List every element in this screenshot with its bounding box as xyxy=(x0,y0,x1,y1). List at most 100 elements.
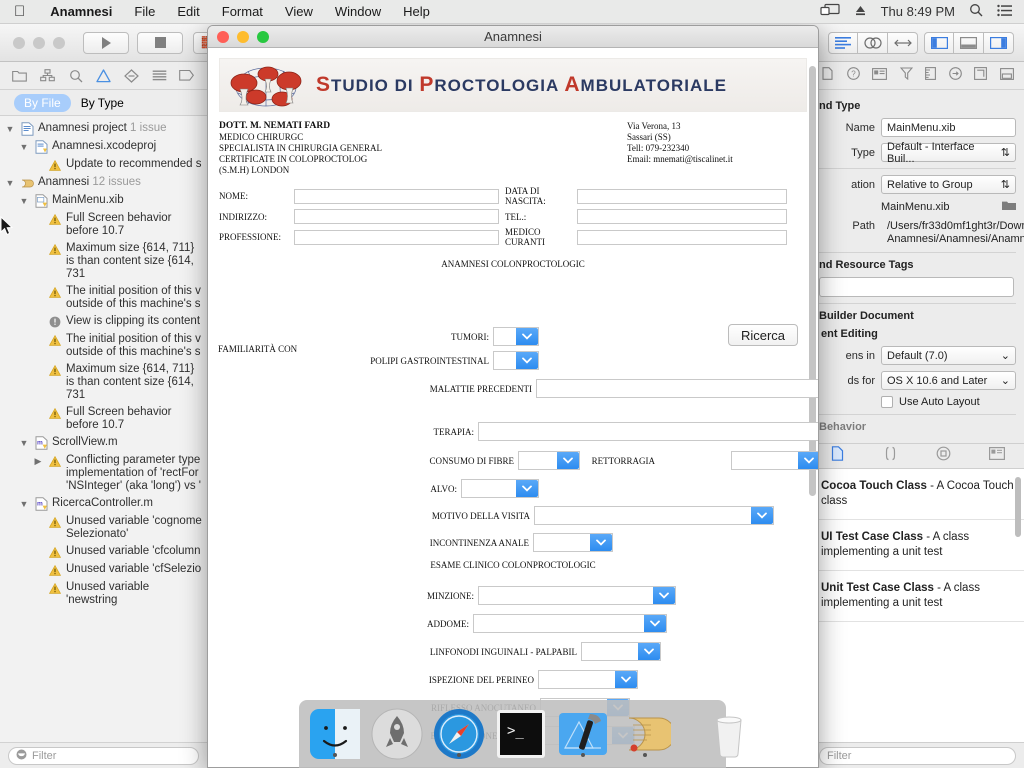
size-inspector-icon[interactable] xyxy=(925,66,937,85)
issue-navigator-icon[interactable] xyxy=(94,67,112,85)
code-snippet-library-icon[interactable] xyxy=(883,446,898,466)
inspector-builds-popup[interactable]: OS X 10.6 and Later ⌄ xyxy=(881,371,1016,390)
menu-item-anamnesi[interactable]: Anamnesi xyxy=(39,4,123,19)
stop-square-icon[interactable] xyxy=(137,31,183,54)
editor-version-icon[interactable] xyxy=(888,32,918,54)
finder-icon[interactable] xyxy=(309,708,361,760)
find-navigator-icon[interactable] xyxy=(67,67,85,85)
auto-layout-row[interactable]: Use Auto Layout xyxy=(881,396,1016,408)
disclosure-triangle[interactable] xyxy=(32,515,44,516)
disclosure-triangle[interactable] xyxy=(32,581,44,582)
navigator-group-row[interactable]: ▼ m RicercaController.m xyxy=(0,495,207,513)
media-library-icon[interactable] xyxy=(989,447,1006,465)
disclosure-triangle[interactable] xyxy=(32,406,44,407)
disclosure-triangle[interactable] xyxy=(32,333,44,334)
navigator-issue-row[interactable]: Full Screen behavior before 10.7 xyxy=(0,404,207,434)
disclosure-triangle[interactable]: ▼ xyxy=(4,122,16,136)
symbol-navigator-icon[interactable] xyxy=(39,67,57,85)
disclosure-triangle[interactable] xyxy=(32,563,44,564)
navigator-issue-row[interactable]: Unused variable 'cognome Selezionato' xyxy=(0,513,207,543)
terminal-icon[interactable]: >_ xyxy=(495,708,547,760)
quick-help-icon[interactable]: ? xyxy=(846,66,860,85)
disclosure-triangle[interactable]: ▶ xyxy=(32,454,44,468)
object-library-icon[interactable] xyxy=(936,446,951,466)
navigator-issue-row[interactable]: Maximum size {614, 711} is than content … xyxy=(0,240,207,283)
menu-item-window[interactable]: Window xyxy=(324,4,392,19)
menu-clock[interactable]: Thu 8:49 PM xyxy=(881,4,955,19)
trash-icon[interactable] xyxy=(703,708,755,760)
auto-layout-checkbox[interactable] xyxy=(881,396,893,408)
form-field-combobox[interactable] xyxy=(473,614,667,633)
library-list[interactable]: Cocoa Touch Class - A Cocoa Touch class U… xyxy=(811,469,1024,742)
inspector-type-popup[interactable]: Default - Interface Buil... ⇅ xyxy=(881,141,1016,165)
navigator-filter-field[interactable]: Filter xyxy=(8,746,199,765)
navigator-issue-row[interactable]: Unused variable 'cfSelezio xyxy=(0,561,207,579)
library-item[interactable]: UI Test Case Class - A class implementin… xyxy=(811,520,1024,571)
connections-inspector-icon[interactable] xyxy=(948,66,962,85)
file-template-library-icon[interactable] xyxy=(830,446,845,466)
navigator-issue-row[interactable]: The initial position of this v outside o… xyxy=(0,331,207,361)
disclosure-triangle[interactable] xyxy=(32,158,44,159)
form-field-combobox[interactable] xyxy=(538,670,638,689)
xcode-traffic-lights[interactable] xyxy=(0,36,65,49)
chevron-down-icon[interactable] xyxy=(653,587,675,604)
navigator-group-row[interactable]: ▼ m ScrollView.m xyxy=(0,434,207,452)
navigator-issue-row[interactable]: Full Screen behavior before 10.7 xyxy=(0,210,207,240)
editor-standard-icon[interactable] xyxy=(828,32,858,54)
disclosure-triangle[interactable]: ▼ xyxy=(4,176,16,190)
library-scrollbar[interactable] xyxy=(1015,477,1021,537)
scope-by-type[interactable]: By Type xyxy=(81,96,124,110)
disclosure-triangle[interactable] xyxy=(32,212,44,213)
test-navigator-icon[interactable] xyxy=(122,67,140,85)
navigator-issue-row[interactable]: Unused variable 'cfcolumn xyxy=(0,543,207,561)
disclosure-triangle[interactable]: ▼ xyxy=(18,497,30,511)
navigator-issue-row[interactable]: ▶ Conflicting parameter type implementati… xyxy=(0,452,207,495)
navigator-group-row[interactable]: ▼ Anamnesi.xcodeproj xyxy=(0,138,207,156)
view-navigator-toggle-icon[interactable] xyxy=(924,32,954,54)
chevron-down-icon[interactable] xyxy=(615,671,637,688)
form-field-combobox[interactable] xyxy=(581,642,661,661)
disclosure-triangle[interactable] xyxy=(32,363,44,364)
disclosure-triangle[interactable]: ▼ xyxy=(18,140,30,154)
run-play-icon[interactable] xyxy=(83,31,129,54)
form-field-combobox[interactable] xyxy=(478,586,676,605)
navigator-issue-row[interactable]: View is clipping its content xyxy=(0,313,207,331)
display-mirror-icon[interactable] xyxy=(819,3,840,20)
identity-inspector-icon[interactable] xyxy=(872,67,888,85)
view-utilities-toggle-icon[interactable] xyxy=(984,32,1014,54)
eject-icon[interactable] xyxy=(854,4,867,20)
apple-logo-icon[interactable]:  xyxy=(0,4,39,19)
library-filter-field[interactable]: Filter xyxy=(819,746,1016,765)
menu-item-view[interactable]: View xyxy=(274,4,324,19)
notification-center-icon[interactable] xyxy=(997,4,1012,20)
navigator-group-row[interactable]: ▼ MainMenu.xib xyxy=(0,192,207,210)
script-editor-icon[interactable] xyxy=(619,708,676,760)
bindings-inspector-icon[interactable] xyxy=(974,66,988,85)
disclosure-triangle[interactable]: ▼ xyxy=(18,436,30,450)
launchpad-icon[interactable] xyxy=(371,708,423,760)
safari-icon[interactable] xyxy=(433,708,485,760)
menu-item-help[interactable]: Help xyxy=(392,4,441,19)
inspector-name-field[interactable]: MainMenu.xib xyxy=(881,118,1016,137)
disclosure-triangle[interactable] xyxy=(32,315,44,316)
navigator-group-row[interactable]: ▼ Anamnesi 12 issues xyxy=(0,174,207,192)
view-debug-toggle-icon[interactable] xyxy=(954,32,984,54)
attributes-inspector-icon[interactable] xyxy=(899,66,913,85)
navigator-issue-row[interactable]: Maximum size {614, 711} is than content … xyxy=(0,361,207,404)
navigator-issue-row[interactable]: Update to recommended s xyxy=(0,156,207,174)
disclosure-triangle[interactable]: ▼ xyxy=(18,194,30,208)
inspector-opens-popup[interactable]: Default (7.0) ⌄ xyxy=(881,346,1016,365)
project-navigator-icon[interactable] xyxy=(11,67,29,85)
issue-navigator-tree[interactable]: ▼ Anamnesi project 1 issue ▼ Anamnesi.xcode… xyxy=(0,116,207,742)
debug-navigator-icon[interactable] xyxy=(150,67,168,85)
chevron-down-icon[interactable] xyxy=(644,615,666,632)
document-title-bar[interactable]: Anamnesi xyxy=(208,26,818,48)
library-item[interactable]: Unit Test Case Class - A class implement… xyxy=(811,571,1024,622)
scope-by-file[interactable]: By File xyxy=(14,93,71,112)
resource-tags-field[interactable] xyxy=(819,277,1014,297)
chevron-down-icon[interactable] xyxy=(638,643,660,660)
menu-item-format[interactable]: Format xyxy=(211,4,274,19)
file-inspector-icon[interactable] xyxy=(821,66,834,85)
editor-assistant-icon[interactable] xyxy=(858,32,888,54)
disclosure-triangle[interactable] xyxy=(32,285,44,286)
